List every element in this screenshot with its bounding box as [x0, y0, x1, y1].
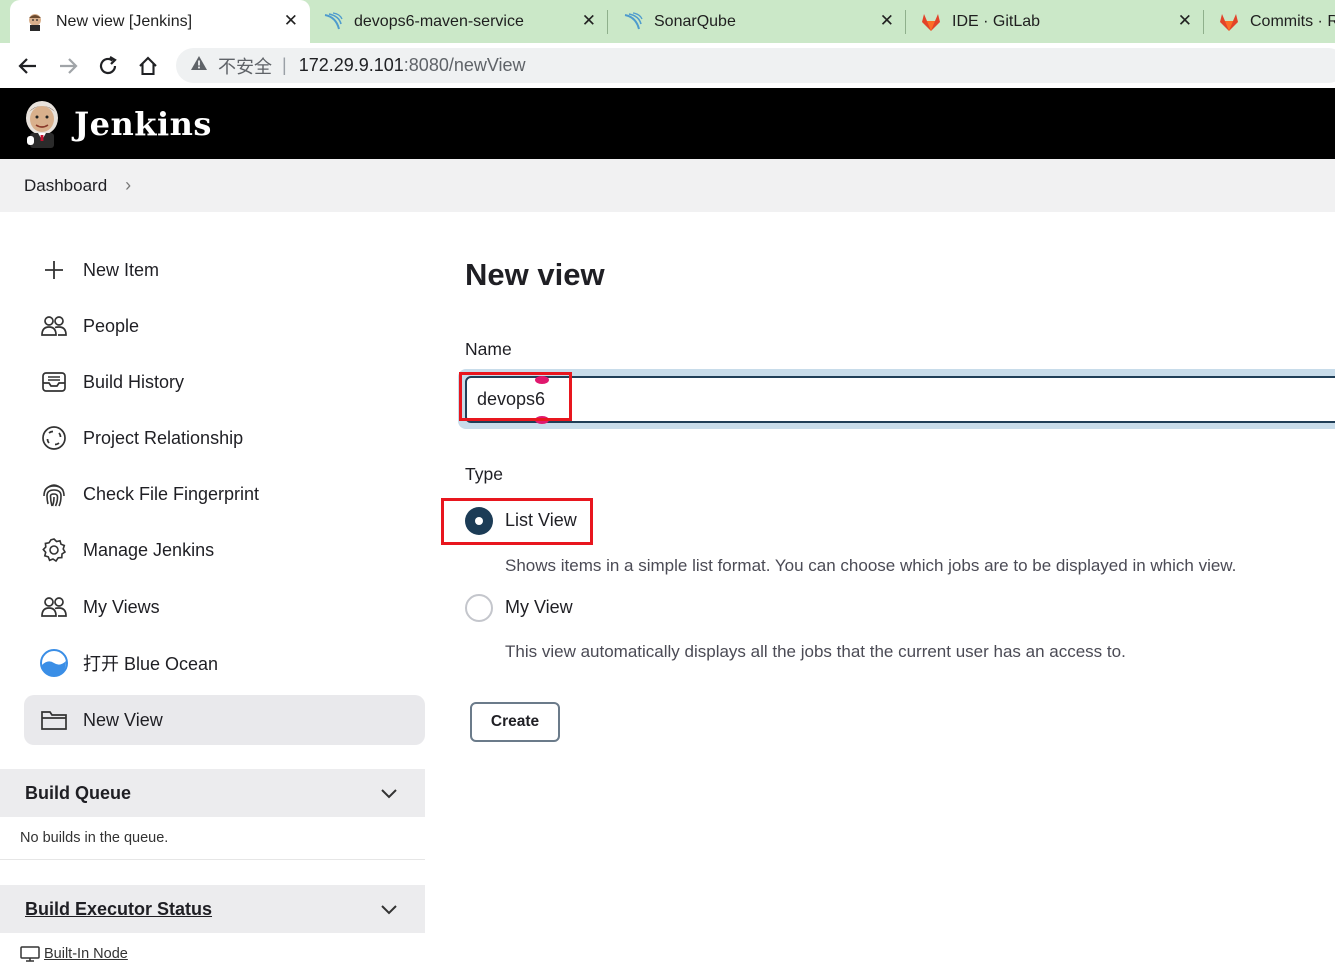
tab-commits[interactable]: Commits · R [1204, 0, 1335, 43]
folder-icon [39, 705, 69, 735]
highlight-box-list-view [441, 498, 593, 545]
sidebar-item-manage-jenkins[interactable]: Manage Jenkins [24, 525, 425, 575]
computer-icon [20, 946, 40, 962]
type-label: Type [465, 464, 503, 484]
home-button[interactable] [134, 52, 162, 80]
plus-icon [39, 255, 69, 285]
close-icon[interactable]: ✕ [880, 11, 894, 31]
address-path: :8080/newView [403, 55, 526, 75]
executor-status-body: Built-In Node [0, 946, 425, 962]
tab-sonarqube[interactable]: SonarQube ✕ [608, 0, 906, 43]
blue-ocean-icon [39, 648, 69, 678]
security-label: 不安全 [218, 56, 272, 77]
home-icon [139, 56, 157, 76]
sidebar-item-my-views[interactable]: My Views [24, 582, 425, 632]
tab-devops6-maven-service[interactable]: devops6-maven-service ✕ [310, 0, 608, 43]
tab-new-view-jenkins[interactable]: New view [Jenkins] ✕ [10, 0, 310, 43]
sidebar-item-blue-ocean[interactable]: 打开 Blue Ocean [24, 638, 425, 688]
people-icon [39, 592, 69, 622]
sidebar-item-label: New View [83, 709, 163, 730]
sidebar-item-label: Build History [83, 371, 185, 392]
browser-tab-strip: New view [Jenkins] ✕ devops6-maven-servi… [0, 0, 1335, 43]
executor-status-title[interactable]: Build Executor Status [25, 899, 212, 920]
arrow-right-icon [60, 58, 78, 74]
tab-ide-gitlab[interactable]: IDE · GitLab ✕ [906, 0, 1204, 43]
tab-title: New view [Jenkins] [56, 12, 193, 30]
sidebar-item-label: My Views [83, 596, 160, 617]
jenkins-favicon [24, 11, 46, 33]
inbox-icon [39, 367, 69, 397]
close-icon[interactable]: ✕ [1178, 11, 1192, 31]
build-queue-title: Build Queue [25, 782, 132, 803]
radio-my-view-label[interactable]: My View [505, 597, 573, 618]
arrow-left-icon [18, 58, 36, 74]
tab-title: Commits · R [1250, 12, 1335, 30]
sidebar-item-check-file-fingerprint[interactable]: Check File Fingerprint [24, 469, 425, 519]
highlight-box-name [459, 372, 572, 421]
my-view-description: This view automatically displays all the… [505, 642, 1126, 661]
fingerprint-icon [39, 479, 69, 509]
close-icon[interactable]: ✕ [284, 11, 298, 31]
build-queue-header[interactable]: Build Queue [0, 769, 425, 817]
sidebar-item-label: Check File Fingerprint [83, 483, 260, 504]
address-separator: | [282, 55, 287, 75]
address-bar[interactable]: 不安全 | 172.29.9.101 :8080/newView [176, 48, 1335, 83]
built-in-node-link[interactable]: Built-In Node [44, 946, 128, 962]
warning-icon[interactable] [190, 55, 208, 76]
chevron-down-icon[interactable] [381, 899, 397, 920]
breadcrumb-dashboard[interactable]: Dashboard [24, 176, 107, 196]
sidebar-item-build-history[interactable]: Build History [24, 357, 425, 407]
radio-my-view[interactable] [465, 594, 493, 622]
tab-title: IDE · GitLab [952, 12, 1041, 30]
back-button[interactable] [14, 52, 42, 80]
breadcrumb: Dashboard › [0, 159, 1335, 212]
people-icon [39, 311, 69, 341]
list-view-description: Shows items in a simple list format. You… [505, 556, 1237, 575]
reload-icon [99, 56, 117, 75]
chevron-right-icon[interactable]: › [125, 175, 131, 196]
sonarqube-favicon [322, 11, 344, 33]
relationship-icon [39, 423, 69, 453]
sidebar-item-new-view[interactable]: New View [24, 695, 425, 745]
build-queue-body: No builds in the queue. [0, 830, 425, 860]
sidebar-item-people[interactable]: People [24, 301, 425, 351]
gear-icon [39, 535, 69, 565]
gitlab-favicon [920, 11, 942, 33]
executor-status-header[interactable]: Build Executor Status [0, 885, 425, 933]
tab-title: SonarQube [654, 12, 736, 30]
sidebar-item-label: Project Relationship [83, 427, 244, 448]
sidebar-item-new-item[interactable]: New Item [24, 245, 425, 295]
jenkins-logo-icon[interactable] [22, 98, 62, 150]
sidebar-item-label: 打开 Blue Ocean [83, 654, 219, 674]
page-title: New view [465, 257, 605, 292]
sidebar-item-label: People [83, 315, 140, 336]
chevron-down-icon[interactable] [381, 783, 397, 804]
build-queue-empty-text: No builds in the queue. [20, 830, 169, 846]
sidebar-item-label: Manage Jenkins [83, 539, 215, 560]
close-icon[interactable]: ✕ [582, 11, 596, 31]
reload-button[interactable] [94, 52, 122, 80]
jenkins-brand[interactable]: Jenkins [74, 105, 212, 143]
name-label: Name [465, 339, 512, 359]
sidebar-item-label: New Item [83, 259, 160, 280]
name-input[interactable] [465, 376, 1335, 423]
jenkins-header: Jenkins [0, 88, 1335, 159]
forward-button[interactable] [54, 52, 82, 80]
sidebar-item-project-relationship[interactable]: Project Relationship [24, 413, 425, 463]
address-host: 172.29.9.101 [298, 55, 404, 75]
sonarqube-favicon [622, 11, 644, 33]
create-button[interactable]: Create [470, 702, 560, 742]
gitlab-favicon [1218, 11, 1240, 33]
tab-title: devops6-maven-service [354, 12, 524, 30]
